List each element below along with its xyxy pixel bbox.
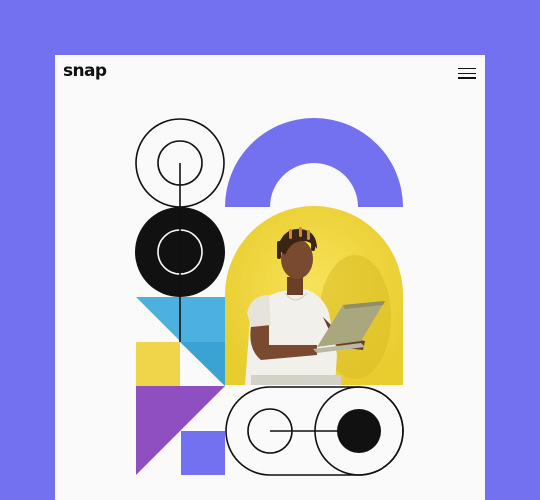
violet-square	[181, 431, 225, 475]
bottom-pill-shape	[225, 386, 404, 476]
violet-arch	[225, 118, 403, 207]
yellow-square	[136, 342, 180, 386]
person-with-laptop-photo	[225, 206, 403, 385]
geometric-illustration	[135, 118, 404, 476]
hero-card: snap	[55, 55, 485, 500]
